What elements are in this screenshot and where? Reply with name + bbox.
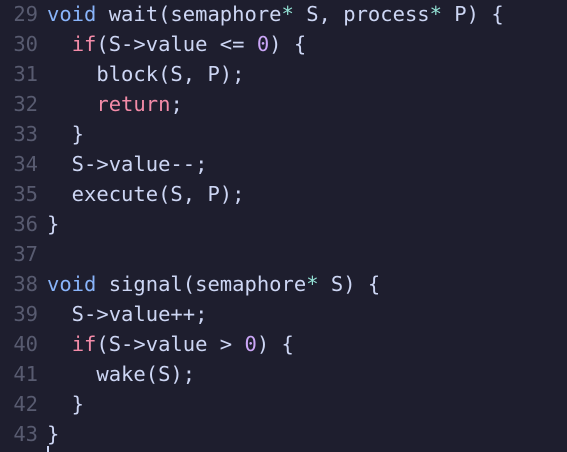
line-number: 35	[13, 182, 38, 206]
code-text: block(S, P);	[47, 59, 244, 89]
code-line[interactable]: 33 }	[0, 119, 84, 149]
code-text: }	[47, 389, 84, 419]
code-token: (S->value >	[96, 332, 245, 356]
code-text: if(S->value > 0) {	[47, 329, 294, 359]
code-token: S) {	[318, 272, 381, 296]
code-token: ) {	[256, 332, 294, 356]
code-token: if	[71, 32, 97, 56]
line-number: 30	[13, 32, 38, 56]
code-line[interactable]: 41 wake(S);	[0, 359, 195, 389]
code-text: S->value--;	[47, 149, 208, 179]
line-number: 39	[13, 302, 38, 326]
line-number: 37	[13, 242, 38, 266]
code-line[interactable]: 37	[0, 239, 47, 269]
code-text: S->value++;	[47, 299, 208, 329]
code-token: void	[47, 2, 97, 26]
code-token: ;	[170, 92, 183, 116]
code-token: if	[71, 332, 97, 356]
line-number: 41	[13, 362, 38, 386]
code-token: *	[429, 2, 442, 26]
code-token: block(S, P);	[47, 62, 245, 86]
code-text: }	[47, 119, 84, 149]
line-number: 33	[13, 122, 38, 146]
code-token: S->value--;	[47, 152, 208, 176]
code-token: signal(semaphore	[96, 272, 307, 296]
code-token: S->value++;	[47, 302, 208, 326]
code-text: }	[47, 209, 59, 239]
code-token: }	[47, 392, 85, 416]
code-token: void	[47, 272, 97, 296]
code-line[interactable]: 35 execute(S, P);	[0, 179, 244, 209]
code-text: if(S->value <= 0) {	[47, 29, 307, 59]
code-text: wake(S);	[47, 359, 195, 389]
code-text: void wait(semaphore* S, process* P) {	[47, 0, 504, 29]
code-line[interactable]: 42 }	[0, 389, 84, 419]
line-number: 38	[13, 272, 38, 296]
code-token: execute(S, P);	[47, 182, 245, 206]
code-text: return;	[47, 89, 183, 119]
code-line[interactable]: 43}	[0, 419, 59, 449]
code-line[interactable]: 40 if(S->value > 0) {	[0, 329, 294, 359]
line-number: 42	[13, 392, 38, 416]
code-line[interactable]: 36}	[0, 209, 59, 239]
line-number: 32	[13, 92, 38, 116]
code-token: P) {	[441, 2, 504, 26]
line-number: 43	[13, 422, 38, 446]
code-line[interactable]: 31 block(S, P);	[0, 59, 244, 89]
code-token: return	[96, 92, 171, 116]
code-token: }	[47, 122, 85, 146]
code-token: 0	[244, 332, 257, 356]
code-text: void signal(semaphore* S) {	[47, 269, 380, 299]
line-number: 36	[13, 212, 38, 236]
code-line[interactable]: 32 return;	[0, 89, 183, 119]
code-line[interactable]: 29 void wait(semaphore* S, process* P) {	[0, 0, 504, 29]
code-token: *	[306, 272, 319, 296]
code-token: }	[47, 212, 60, 236]
line-number: 31	[13, 62, 38, 86]
code-token: S, process	[293, 2, 430, 26]
code-token: (S->value <=	[96, 32, 257, 56]
code-text: }	[47, 419, 59, 449]
line-number: 34	[13, 152, 38, 176]
code-line[interactable]: 34 S->value--;	[0, 149, 207, 179]
code-editor[interactable]: 29 void wait(semaphore* S, process* P) {3…	[0, 0, 567, 452]
code-line[interactable]: 39 S->value++;	[0, 299, 207, 329]
code-token: wait(semaphore	[96, 2, 282, 26]
code-line[interactable]: 30 if(S->value <= 0) {	[0, 29, 306, 59]
line-number: 29	[13, 2, 38, 26]
code-token: 0	[256, 32, 270, 56]
code-token: }	[47, 422, 60, 446]
line-number: 40	[13, 332, 38, 356]
code-token: ) {	[269, 32, 307, 56]
code-token: wake(S);	[47, 362, 196, 386]
code-token: *	[281, 2, 294, 26]
code-line[interactable]: 38 void signal(semaphore* S) {	[0, 269, 380, 299]
code-text: execute(S, P);	[47, 179, 245, 209]
